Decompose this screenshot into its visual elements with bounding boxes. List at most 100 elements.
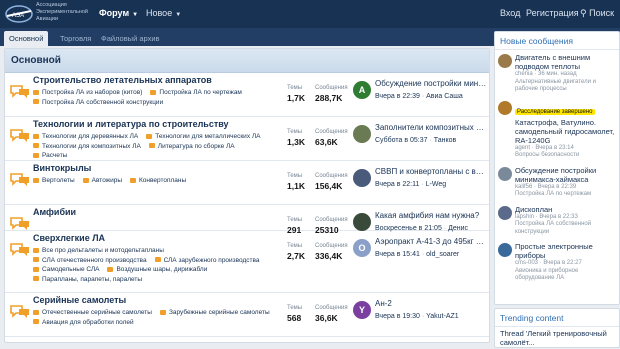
- subforum-link[interactable]: Все про дельталеты и мотодельтапланы: [33, 246, 164, 256]
- subforum-link[interactable]: Зарубежные серийные самолеты: [160, 308, 270, 318]
- subforum-link[interactable]: Вертолеты: [33, 176, 75, 186]
- last-post-user[interactable]: Авиа Саша: [426, 93, 463, 100]
- subforum-link[interactable]: Парапланы, парапеты, паралеты: [33, 275, 142, 285]
- last-post-user[interactable]: L-Weg: [426, 181, 447, 188]
- new-post-title[interactable]: Дископлан: [515, 205, 616, 214]
- last-post-user[interactable]: Танков: [434, 137, 456, 144]
- nav-new[interactable]: Новое ▼: [146, 8, 181, 18]
- new-post-item[interactable]: Расследование завершено Катастрофа, Ватул…: [495, 97, 619, 163]
- category-header[interactable]: Основной: [5, 49, 489, 73]
- avatar[interactable]: [498, 166, 512, 181]
- last-post-title[interactable]: Аэропракт А-41-3 до 495кг СЛА: [375, 237, 487, 246]
- subforum-link[interactable]: Технологии для деревянных ЛА: [33, 132, 138, 142]
- trending-item[interactable]: Thread 'Легкий тренировочный самолёт...: [495, 327, 619, 349]
- avatar[interactable]: A: [353, 81, 371, 99]
- search-label: Поиск: [589, 8, 615, 18]
- subforum-link[interactable]: СЛА зарубежного производства: [155, 256, 260, 266]
- register-link[interactable]: Регистрация: [526, 8, 579, 18]
- subforum-link[interactable]: Постройка ЛА по чертежам: [150, 88, 241, 98]
- chevron-down-icon[interactable]: ▼: [175, 12, 181, 18]
- subforum-link[interactable]: Литература по сборке ЛА: [149, 142, 235, 152]
- avatar[interactable]: [498, 243, 512, 257]
- messages-stat: Сообщения 336,4K: [315, 243, 348, 261]
- avatar[interactable]: O: [353, 239, 371, 257]
- new-post-forum[interactable]: Постройка ЛА собственной конструкции: [515, 221, 616, 236]
- subforum-link[interactable]: Постройка ЛА собственной конструкции: [33, 98, 163, 108]
- new-post-forum[interactable]: Авионика и приборное оборудование ЛА: [515, 268, 616, 283]
- new-post-item[interactable]: Двигатель с внешним подводом теплоты chen…: [495, 50, 619, 97]
- node-title[interactable]: Серийные самолеты: [33, 295, 126, 305]
- subforum-link[interactable]: Воздушные шары, дирижабли: [107, 265, 207, 275]
- avatar[interactable]: [498, 205, 512, 220]
- avatar[interactable]: [498, 54, 512, 68]
- avatar[interactable]: [353, 125, 371, 143]
- avatar[interactable]: [353, 169, 371, 187]
- subforum-link[interactable]: Автожиры: [83, 176, 122, 186]
- forum-node[interactable]: Строительство летательных аппаратов Постр…: [5, 73, 489, 117]
- subforum-link[interactable]: Постройка ЛА из наборов (китов): [33, 88, 142, 98]
- forum-bubbles-icon: [9, 303, 31, 319]
- trending-title[interactable]: Trending content: [495, 309, 619, 327]
- last-post-title[interactable]: Обсуждение постройки миним...: [375, 79, 487, 88]
- node-title[interactable]: Сверхлегкие ЛА: [33, 233, 105, 243]
- subforum-link[interactable]: Технологии для композитных ЛА: [33, 142, 141, 152]
- new-post-meta: lapshin · Вчера в 22:33: [515, 213, 578, 220]
- subforum-link[interactable]: Технологии для металлических ЛА: [146, 132, 260, 142]
- forum-node[interactable]: Серийные самолеты Отечественные серийные …: [5, 293, 489, 337]
- logo-icon[interactable]: АЭА: [4, 3, 34, 25]
- new-post-item[interactable]: Дископлан lapshin · Вчера в 22:33 Постройк…: [495, 202, 619, 240]
- forum-node[interactable]: Амфибии Темы 291 Сообщения 25310 Какая амфиби…: [5, 205, 489, 235]
- forum-node[interactable]: Сверхлегкие ЛА Все про дельталеты и мотод…: [5, 231, 489, 293]
- last-post-meta: Вчера в 15:41 · old_soarer: [375, 251, 460, 258]
- node-title[interactable]: Строительство летательных аппаратов: [33, 75, 212, 85]
- threads-count: 1,1K: [287, 181, 305, 191]
- forum-bubbles-icon: [9, 171, 31, 187]
- avatar[interactable]: Y: [353, 301, 371, 319]
- subforum-link[interactable]: Самодельные СЛА: [33, 265, 99, 275]
- nav-forum[interactable]: Форум ▼: [99, 8, 138, 18]
- new-posts-title[interactable]: Новые сообщения: [495, 32, 619, 50]
- last-post-user[interactable]: old_soarer: [426, 251, 459, 258]
- subforum-link[interactable]: Конвертопланы: [130, 176, 186, 186]
- subforum-link[interactable]: Авиация для обработки полей: [33, 318, 134, 328]
- last-post-date: Суббота в 05:37: [375, 137, 428, 144]
- subforum-link[interactable]: Отечественные серийные самолеты: [33, 308, 152, 318]
- new-post-meta: kalif56 · Вчера в 22:39: [515, 183, 577, 190]
- last-post-title[interactable]: Ан-2: [375, 299, 487, 308]
- subforum-list: Технологии для деревянных ЛА Технологии д…: [33, 132, 283, 161]
- last-post-title[interactable]: Какая амфибия нам нужна?: [375, 211, 487, 220]
- avatar[interactable]: [353, 213, 371, 231]
- threads-stat: Темы 1,1K: [287, 173, 305, 191]
- forum-bubbles-icon: [9, 241, 31, 257]
- avatar[interactable]: [498, 100, 512, 115]
- new-post-title[interactable]: Простые электронные приборы: [515, 242, 616, 260]
- last-post-title[interactable]: Заполнители композитных сэн...: [375, 123, 487, 132]
- threads-count: 1,3K: [287, 137, 305, 147]
- last-post-user[interactable]: Yakut-AZ1: [426, 313, 459, 320]
- new-post-item[interactable]: Обсуждение постройки минимакса-хаймакса k…: [495, 163, 619, 202]
- subtab-main[interactable]: Основной: [4, 31, 49, 46]
- last-post-title[interactable]: СВВП и конвертопланы с верт...: [375, 167, 487, 176]
- new-post-title[interactable]: Обсуждение постройки минимакса-хаймакса: [515, 166, 616, 184]
- subtab-files[interactable]: Файловый архив: [96, 31, 165, 46]
- subtab-trade[interactable]: Торговля: [55, 31, 96, 46]
- messages-stat: Сообщения 36,6K: [315, 305, 348, 323]
- threads-label: Темы: [287, 305, 303, 311]
- subforum-link[interactable]: СЛА отечественного производства: [33, 256, 147, 266]
- new-post-forum[interactable]: Вопросы безопасности: [515, 152, 616, 160]
- forum-node[interactable]: Технологии и литература по строительству…: [5, 117, 489, 161]
- login-link[interactable]: Вход: [500, 8, 520, 18]
- new-post-title[interactable]: Катастрофа, Ватулино. самодельный гидрос…: [515, 118, 616, 145]
- search-button[interactable]: ⚲ Поиск: [580, 8, 614, 19]
- last-post-meta: Вчера в 22:11 · L-Weg: [375, 181, 447, 188]
- new-post-forum[interactable]: Постройка ЛА по чертежам: [515, 191, 616, 199]
- subforum-link[interactable]: Расчеты: [33, 151, 67, 161]
- node-title[interactable]: Технологии и литература по строительству: [33, 119, 229, 129]
- node-title[interactable]: Винтокрылы: [33, 163, 91, 173]
- forum-node[interactable]: Винтокрылы Вертолеты Автожиры Конвертопланы…: [5, 161, 489, 205]
- node-title[interactable]: Амфибии: [33, 207, 76, 217]
- chevron-down-icon[interactable]: ▼: [132, 12, 138, 18]
- new-post-title[interactable]: Двигатель с внешним подводом теплоты: [515, 53, 616, 71]
- new-post-forum[interactable]: Альтернативные двигатели и рабочие проце…: [515, 79, 616, 94]
- new-post-item[interactable]: Простые электронные приборы cms-003 · Вче…: [495, 239, 619, 286]
